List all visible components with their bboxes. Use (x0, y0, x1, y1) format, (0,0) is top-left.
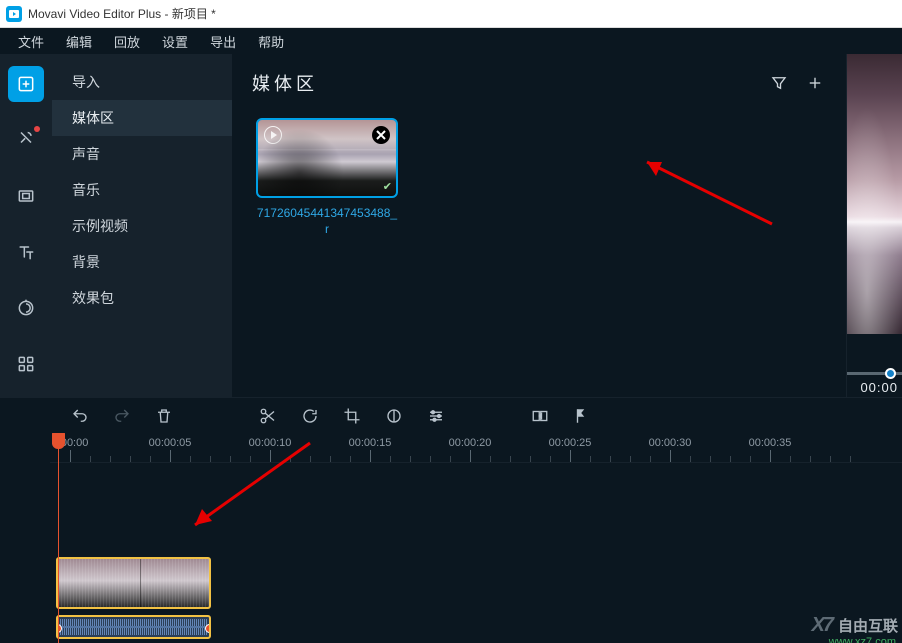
preview-image (846, 54, 902, 334)
audio-track[interactable] (50, 615, 902, 643)
filter-button[interactable] (768, 72, 790, 94)
media-title: 媒体区 (252, 70, 754, 96)
clip-handle-right[interactable] (205, 624, 211, 633)
menu-file[interactable]: 文件 (8, 30, 54, 53)
media-thumbnail[interactable]: ✔ (256, 118, 398, 198)
menu-help[interactable]: 帮助 (248, 30, 294, 53)
menu-settings[interactable]: 设置 (152, 30, 198, 53)
timeline-left-column (0, 433, 50, 643)
preview-panel: 00:00 (846, 54, 902, 397)
ruler-label: 00:00:10 (249, 437, 292, 449)
app-icon (6, 6, 22, 22)
time-ruler[interactable]: 0:00:0000:00:0500:00:1000:00:1500:00:200… (50, 433, 902, 463)
sidebar-item-import[interactable]: 导入 (52, 64, 232, 100)
sidebar-item-sound[interactable]: 声音 (52, 136, 232, 172)
redo-button[interactable] (112, 406, 132, 426)
menu-export[interactable]: 导出 (200, 30, 246, 53)
media-item-label: 71726045441347453488_r (256, 206, 398, 237)
watermark-logo-icon: X7 (812, 614, 832, 637)
clip-properties-button[interactable] (426, 406, 446, 426)
preview-timestamp: 00:00 (860, 380, 898, 395)
ruler-label: 00:00:20 (449, 437, 492, 449)
ruler-label: 00:00:35 (749, 437, 792, 449)
watermark-url: www.xz7.com (829, 636, 896, 643)
menu-edit[interactable]: 编辑 (56, 30, 102, 53)
timeline: T 0:00:0000:00:0500:00:1000:00:1500:00:2… (0, 433, 902, 643)
sidebar-item-media-bin[interactable]: 媒体区 (52, 100, 232, 136)
preview-slider-handle[interactable] (885, 368, 896, 379)
used-check-icon: ✔ (383, 180, 392, 193)
media-bin-panel: 媒体区 ✔ (232, 54, 846, 397)
video-track[interactable] (50, 557, 902, 613)
remove-media-button[interactable] (372, 126, 390, 144)
color-adjust-button[interactable] (384, 406, 404, 426)
titlebar: Movavi Video Editor Plus - 新项目 * (0, 0, 902, 28)
rail-add-media[interactable] (8, 66, 44, 102)
waveform-icon (60, 619, 207, 635)
tracks-area (50, 463, 902, 643)
undo-button[interactable] (70, 406, 90, 426)
menubar: 文件 编辑 回放 设置 导出 帮助 (0, 28, 902, 54)
playhead-handle-icon[interactable] (52, 433, 65, 449)
ruler-label: 00:00:05 (149, 437, 192, 449)
transition-wizard-button[interactable] (530, 406, 550, 426)
window-title: Movavi Video Editor Plus - 新项目 * (28, 5, 216, 22)
ruler-label: 00:00:15 (349, 437, 392, 449)
split-button[interactable] (258, 406, 278, 426)
watermark-text: 自由互联 (838, 615, 898, 636)
text-track[interactable] (50, 479, 902, 503)
media-item[interactable]: ✔ 71726045441347453488_r (252, 118, 402, 237)
media-header: 媒体区 (232, 54, 846, 104)
watermark: X7 自由互联 www.xz7.com (812, 614, 898, 637)
app-window: Movavi Video Editor Plus - 新项目 * 文件 编辑 回… (0, 0, 902, 643)
rail-more[interactable] (8, 290, 44, 326)
side-panel: 导入 媒体区 声音 音乐 示例视频 背景 效果包 (52, 54, 232, 397)
timeline-toolbar (0, 397, 902, 433)
video-clip[interactable] (56, 557, 211, 609)
tool-rail (0, 54, 52, 397)
rotate-button[interactable] (300, 406, 320, 426)
rail-favorites[interactable] (8, 122, 44, 158)
sidebar-item-effects-pack[interactable]: 效果包 (52, 280, 232, 316)
main-area: 导入 媒体区 声音 音乐 示例视频 背景 效果包 媒体区 (0, 54, 902, 397)
timeline-body[interactable]: T 0:00:0000:00:0500:00:1000:00:1500:00:2… (50, 433, 902, 643)
delete-button[interactable] (154, 406, 174, 426)
sidebar-item-backgrounds[interactable]: 背景 (52, 244, 232, 280)
rail-titles[interactable] (8, 234, 44, 270)
ruler-label: 00:00:30 (649, 437, 692, 449)
crop-button[interactable] (342, 406, 362, 426)
marker-button[interactable] (572, 406, 592, 426)
content-area: 媒体区 ✔ (232, 54, 902, 397)
add-media-button[interactable] (804, 72, 826, 94)
rail-aspect[interactable] (8, 178, 44, 214)
media-grid: ✔ 71726045441347453488_r (232, 104, 846, 397)
sidebar-item-music[interactable]: 音乐 (52, 172, 232, 208)
sidebar-item-sample-video[interactable]: 示例视频 (52, 208, 232, 244)
audio-clip[interactable] (56, 615, 211, 639)
playhead[interactable] (58, 433, 59, 462)
ruler-label: 00:00:25 (549, 437, 592, 449)
play-icon[interactable] (264, 126, 282, 144)
rail-apps[interactable] (8, 346, 44, 382)
menu-playback[interactable]: 回放 (104, 30, 150, 53)
notification-dot-icon (34, 126, 40, 132)
